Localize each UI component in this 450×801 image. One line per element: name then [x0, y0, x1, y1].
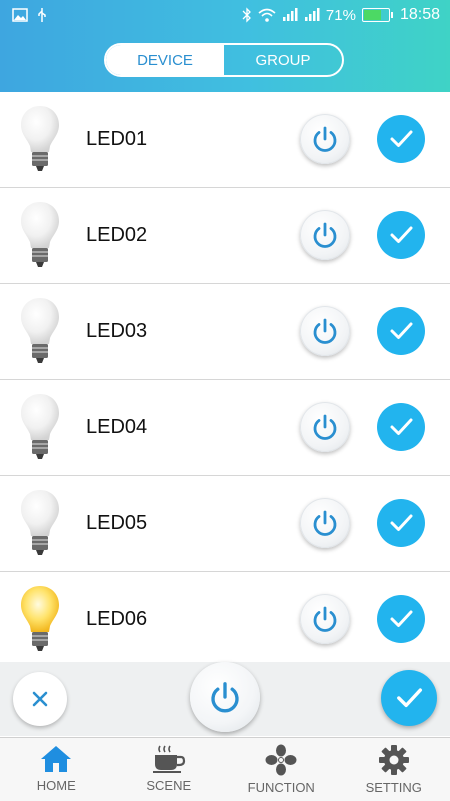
device-list: LED01 LED02 LED03 LED04 LED05 LED06: [0, 92, 450, 668]
power-button[interactable]: [300, 306, 350, 356]
clock: 18:58: [400, 6, 440, 24]
bulb-icon: [18, 104, 62, 174]
select-checkbox[interactable]: [377, 211, 425, 259]
power-icon: [310, 124, 340, 154]
list-item[interactable]: LED05: [0, 476, 450, 572]
power-icon: [310, 316, 340, 346]
bottom-navigation: HOME SCENE FUNCTION: [0, 737, 450, 801]
power-icon: [310, 220, 340, 250]
fan-icon: [264, 744, 298, 776]
power-icon: [310, 508, 340, 538]
nav-scene[interactable]: SCENE: [113, 738, 226, 801]
bulb-icon: [18, 584, 62, 654]
power-button[interactable]: [300, 498, 350, 548]
gallery-icon: [12, 8, 28, 22]
list-item[interactable]: LED06: [0, 572, 450, 668]
list-item[interactable]: LED02: [0, 188, 450, 284]
list-item[interactable]: LED04: [0, 380, 450, 476]
select-checkbox[interactable]: [377, 115, 425, 163]
battery-icon: [362, 8, 390, 22]
check-icon: [386, 124, 416, 154]
select-checkbox[interactable]: [377, 595, 425, 643]
home-icon: [39, 744, 73, 774]
signal-icon: [282, 8, 298, 22]
nav-setting[interactable]: SETTING: [338, 738, 450, 801]
tab-device[interactable]: DEVICE: [106, 45, 224, 75]
check-icon: [386, 220, 416, 250]
nav-label: SETTING: [366, 780, 422, 795]
nav-label: SCENE: [146, 778, 191, 793]
wifi-icon: [258, 8, 276, 22]
select-all-button[interactable]: [381, 670, 437, 726]
power-button[interactable]: [300, 210, 350, 260]
usb-icon: [36, 7, 48, 23]
bulb-icon: [18, 488, 62, 558]
device-name: LED01: [86, 92, 147, 187]
device-name: LED05: [86, 476, 147, 571]
device-name: LED04: [86, 380, 147, 475]
check-icon: [386, 316, 416, 346]
device-name: LED06: [86, 572, 147, 667]
check-icon: [386, 412, 416, 442]
signal-icon-2: [304, 8, 320, 22]
select-checkbox[interactable]: [377, 403, 425, 451]
device-group-toggle: DEVICE GROUP: [104, 43, 344, 77]
nav-label: HOME: [37, 778, 76, 793]
bluetooth-icon: [242, 7, 252, 23]
coffee-cup-icon: [151, 744, 187, 774]
status-bar: 71% 18:58: [0, 0, 450, 32]
check-icon: [386, 508, 416, 538]
power-button[interactable]: [300, 114, 350, 164]
nav-label: FUNCTION: [248, 780, 315, 795]
bulb-icon: [18, 200, 62, 270]
battery-percent: 71%: [326, 7, 356, 24]
list-item[interactable]: LED03: [0, 284, 450, 380]
nav-function[interactable]: FUNCTION: [225, 738, 338, 801]
close-icon: [30, 689, 50, 709]
check-icon: [392, 681, 426, 715]
select-checkbox[interactable]: [377, 499, 425, 547]
action-bar: [0, 662, 450, 736]
nav-home[interactable]: HOME: [0, 738, 113, 801]
select-checkbox[interactable]: [377, 307, 425, 355]
power-button[interactable]: [300, 402, 350, 452]
device-name: LED03: [86, 284, 147, 379]
bulb-icon: [18, 296, 62, 366]
cancel-button[interactable]: [13, 672, 67, 726]
power-icon: [207, 679, 243, 715]
power-icon: [310, 412, 340, 442]
tab-group[interactable]: GROUP: [224, 45, 342, 75]
all-power-button[interactable]: [190, 662, 260, 732]
app-header: 71% 18:58 DEVICE GROUP: [0, 0, 450, 92]
gear-icon: [378, 744, 410, 776]
power-button[interactable]: [300, 594, 350, 644]
bulb-icon: [18, 392, 62, 462]
check-icon: [386, 604, 416, 634]
list-item[interactable]: LED01: [0, 92, 450, 188]
device-name: LED02: [86, 188, 147, 283]
power-icon: [310, 604, 340, 634]
